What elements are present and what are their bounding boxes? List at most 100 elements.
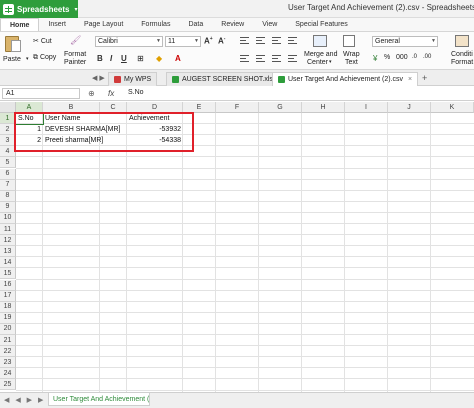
brush-icon: 🖌 [70, 35, 82, 45]
zoom-formula-icon[interactable]: ⊕ [88, 89, 95, 98]
tab-label: AUGEST SCREEN SHOT.xlsx [182, 76, 277, 83]
row-header[interactable]: 14 [0, 257, 16, 269]
indent-icon[interactable] [288, 37, 297, 45]
row-header[interactable]: 19 [0, 312, 16, 324]
font-color-icon[interactable]: A [175, 54, 181, 63]
chevron-down-icon: ▼ [194, 38, 199, 44]
row-header[interactable]: 22 [0, 346, 16, 358]
copy-button[interactable]: ⧉ Copy [33, 54, 56, 62]
align-left-icon[interactable] [240, 55, 249, 63]
gridline [16, 356, 474, 358]
column-header[interactable]: K [431, 102, 474, 113]
menu-data[interactable]: Data [179, 18, 212, 31]
menu-insert[interactable]: Insert [39, 18, 75, 31]
spreadsheet-logo-icon [3, 3, 14, 15]
row-header[interactable]: 11 [0, 224, 16, 235]
number-format-select[interactable]: General ▼ [372, 36, 438, 47]
tab-user-target-csv[interactable]: User Target And Achievement (2).csv × [272, 72, 419, 86]
currency-icon[interactable]: ¥ [373, 54, 377, 63]
menu-page-layout[interactable]: Page Layout [75, 18, 132, 31]
percent-icon[interactable]: % [384, 54, 390, 61]
gridline [126, 113, 127, 392]
italic-icon[interactable]: I [110, 54, 112, 63]
merge-cells-icon [313, 35, 327, 47]
row-header[interactable]: 21 [0, 335, 16, 346]
column-header[interactable]: G [259, 102, 302, 113]
menu-special-features[interactable]: Special Features [286, 18, 357, 31]
font-size-select[interactable]: 11 ▼ [165, 36, 201, 47]
increase-decimal-icon[interactable]: .0 [412, 54, 417, 60]
gridline [344, 113, 345, 392]
gridline [16, 378, 474, 380]
menu-home[interactable]: Home [0, 18, 40, 31]
gridline [215, 113, 216, 392]
align-bottom-icon[interactable] [272, 37, 281, 45]
gridline [430, 113, 431, 392]
gridline [16, 256, 474, 258]
decrease-decimal-icon[interactable]: .00 [423, 54, 431, 60]
decrease-font-icon[interactable]: A- [218, 36, 225, 46]
cut-label: Cut [40, 38, 52, 45]
column-header[interactable]: F [216, 102, 259, 113]
gridline [387, 113, 388, 392]
row-header[interactable]: 5 [0, 157, 16, 169]
formula-input[interactable]: S.No [128, 89, 144, 96]
menu-view[interactable]: View [253, 18, 286, 31]
sheet-tab-active[interactable]: User Target And Achievement (2) [48, 393, 150, 406]
row-header[interactable]: 13 [0, 246, 16, 258]
font-name-select[interactable]: Calibri ▼ [95, 36, 163, 47]
new-tab-icon[interactable]: + [422, 73, 427, 83]
wps-icon [114, 76, 121, 83]
tab-my-wps[interactable]: My WPS [108, 72, 158, 86]
menu-review[interactable]: Review [212, 18, 253, 31]
app-menu-button[interactable]: Spreadsheets ▾ [0, 0, 78, 18]
comma-style-icon[interactable]: 000 [396, 54, 408, 61]
menu-bar: Home Insert Page Layout Formulas Data Re… [0, 18, 474, 32]
row-header[interactable]: 10 [0, 212, 16, 224]
menu-formulas[interactable]: Formulas [132, 18, 179, 31]
row-header[interactable]: 7 [0, 179, 16, 191]
increase-font-icon[interactable]: A+ [204, 36, 213, 46]
tab-nav-arrows-icon[interactable]: ◀ ▶ [92, 74, 105, 82]
row-header[interactable]: 18 [0, 301, 16, 313]
row-header[interactable]: 23 [0, 357, 16, 369]
row-header[interactable]: 16 [0, 279, 16, 291]
bold-icon[interactable]: B [97, 54, 103, 63]
row-header[interactable]: 12 [0, 235, 16, 247]
align-center-icon[interactable] [256, 55, 265, 63]
spreadsheet-file-icon [172, 76, 179, 83]
chevron-down-icon: ▼ [431, 38, 436, 44]
row-header[interactable]: 15 [0, 268, 16, 280]
fx-icon[interactable]: fx [108, 89, 114, 98]
gridline [16, 234, 474, 236]
copy-icon: ⧉ [33, 54, 38, 61]
row-header[interactable]: 8 [0, 190, 16, 202]
name-box[interactable]: A1 [2, 88, 80, 99]
align-top-icon[interactable] [240, 37, 249, 45]
column-header[interactable]: H [302, 102, 345, 113]
format-painter-label-1: Format [64, 51, 87, 58]
align-right-icon[interactable] [272, 55, 281, 63]
align-middle-icon[interactable] [256, 37, 265, 45]
column-header[interactable]: I [345, 102, 388, 113]
row-header[interactable]: 9 [0, 201, 16, 213]
fill-color-icon[interactable]: ◆ [156, 54, 162, 63]
paste-icon [5, 36, 21, 52]
row-header[interactable]: 20 [0, 323, 16, 335]
gridline [16, 345, 474, 347]
row-header[interactable]: 17 [0, 290, 16, 302]
borders-icon[interactable]: ⊞ [137, 54, 144, 63]
wrap-label-2: Text [345, 59, 358, 66]
row-header[interactable]: 6 [0, 168, 16, 180]
outdent-icon[interactable] [288, 55, 297, 63]
tab-label: My WPS [124, 76, 152, 83]
gridline [16, 267, 474, 269]
number-format-value: General [375, 38, 400, 45]
underline-icon[interactable]: U [121, 54, 127, 63]
cut-button[interactable]: ✂ Cut [33, 37, 52, 45]
row-header[interactable]: 24 [0, 368, 16, 380]
row-header[interactable]: 25 [0, 379, 16, 391]
column-header[interactable]: J [388, 102, 431, 113]
sheet-nav-arrows-icon[interactable]: ◀ ◀ ▶ ▶ [4, 396, 45, 404]
close-icon[interactable]: × [408, 76, 412, 83]
